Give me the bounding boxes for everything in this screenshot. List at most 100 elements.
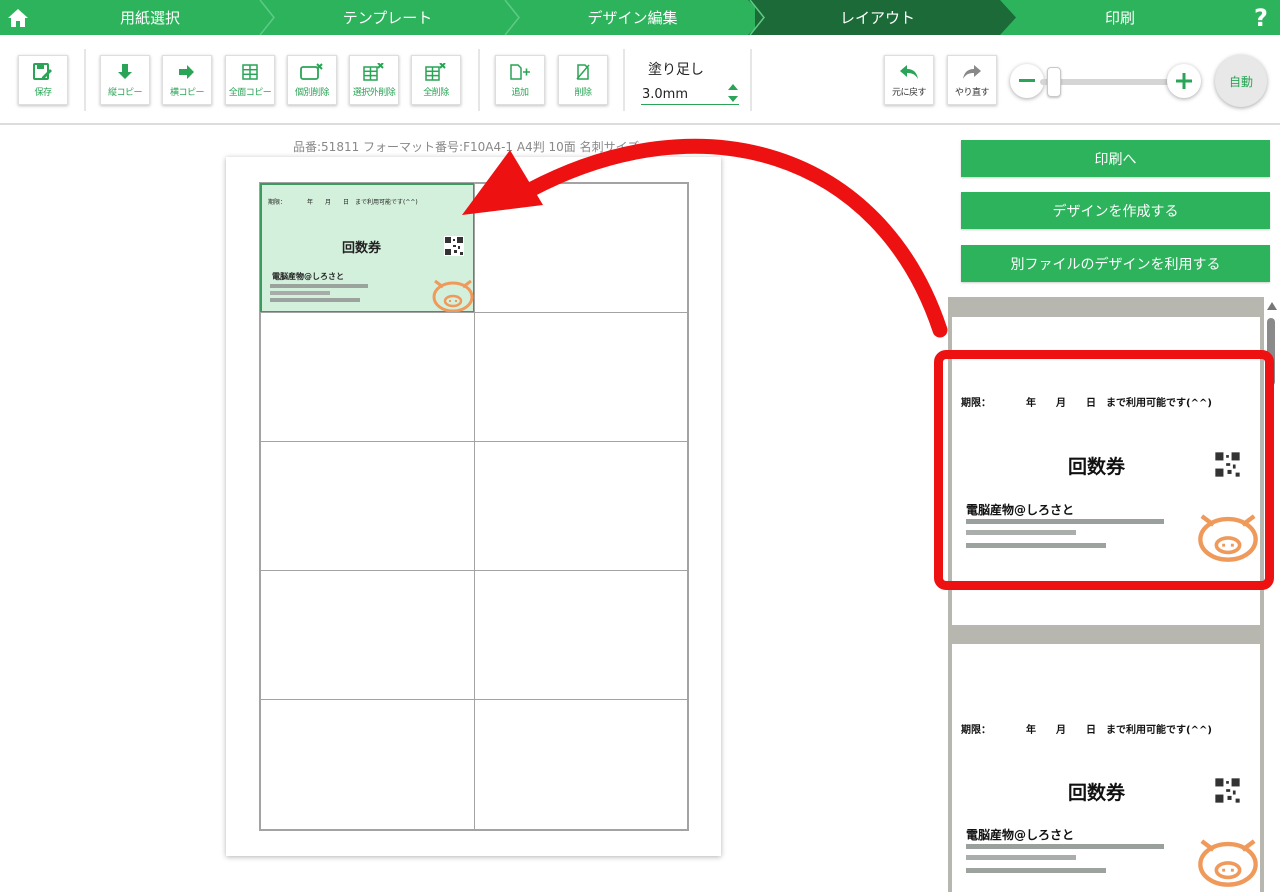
blurred-address-block [270, 284, 368, 302]
blurred-address-block [966, 844, 1164, 873]
zoom-slider-thumb[interactable] [1047, 67, 1061, 97]
delete-all-label: 全削除 [423, 88, 449, 98]
step-label: 印刷 [1104, 9, 1135, 27]
create-design-button[interactable]: デザインを作成する [961, 192, 1270, 229]
horizontal-copy-button[interactable]: 横コピー [162, 55, 212, 105]
step-design-edit[interactable]: デザイン編集 [510, 0, 755, 35]
layout-cell[interactable] [260, 312, 475, 442]
step-layout[interactable]: レイアウト [755, 0, 1000, 35]
step-label: デザイン編集 [587, 9, 678, 27]
use-other-file-label: 別ファイルのデザインを利用する [1010, 256, 1221, 273]
delete-button[interactable]: 削除 [558, 55, 608, 105]
help-button[interactable]: ? [1242, 0, 1280, 35]
individual-delete-button[interactable]: 個別削除 [287, 55, 337, 105]
go-to-print-label: 印刷へ [1094, 151, 1137, 168]
toolbar-divider [623, 49, 625, 111]
qr-code-icon [444, 236, 464, 256]
step-list: 用紙選択 テンプレート デザイン編集 レイアウト 印刷 [0, 0, 1280, 35]
bleed-value: 3.0mm [642, 87, 689, 102]
layout-cell[interactable] [474, 312, 689, 442]
horizontal-copy-label: 横コピー [169, 88, 205, 98]
card-title: 回数券 [342, 241, 382, 256]
bleed-stepper[interactable]: 3.0mm [641, 84, 739, 105]
use-other-file-button[interactable]: 別ファイルのデザインを利用する [961, 245, 1270, 282]
stepper-arrows-icon[interactable] [727, 83, 739, 105]
step-template[interactable]: テンプレート [265, 0, 510, 35]
all-copy-button[interactable]: 全面コピー [225, 55, 275, 105]
go-to-print-button[interactable]: 印刷へ [961, 140, 1270, 177]
product-info: 品番:51811 フォーマット番号:F10A4-1 A4判 10面 名刺サイズ [293, 140, 640, 154]
layout-grid: 期限： 年 月 日 まで利用可能です(^^) 回数券 電脳産物@しろさと [259, 182, 689, 831]
scroll-up-arrow-icon[interactable] [1267, 302, 1277, 310]
home-icon [7, 8, 28, 27]
layout-cell-selected[interactable]: 期限： 年 月 日 まで利用可能です(^^) 回数券 電脳産物@しろさと [260, 183, 475, 313]
save-button[interactable]: 保存 [18, 55, 68, 105]
vertical-copy-button[interactable]: 縦コピー [100, 55, 150, 105]
delete-all-button[interactable]: 全削除 [411, 55, 461, 105]
toolbar-divider [84, 49, 86, 111]
zoom-auto-label: 自動 [1228, 74, 1253, 89]
home-button[interactable] [0, 0, 35, 35]
redo-icon [963, 65, 981, 79]
card-title: 回数券 [1068, 782, 1126, 804]
undo-button[interactable]: 元に戻す [884, 55, 934, 105]
save-label: 保存 [34, 88, 52, 98]
add-page-icon [510, 64, 530, 80]
pig-icon [432, 279, 474, 313]
layout-cell[interactable] [260, 441, 475, 571]
toolbar-divider [478, 49, 480, 111]
step-paper-select[interactable]: 用紙選択 [35, 0, 265, 35]
chevron-separator-icon [504, 0, 520, 35]
step-navigation-bar: 用紙選択 テンプレート デザイン編集 レイアウト 印刷 ? [0, 0, 1280, 35]
minus-icon [1019, 79, 1035, 82]
step-print[interactable]: 印刷 [1000, 0, 1240, 35]
chevron-separator-icon [259, 0, 275, 35]
redo-button[interactable]: やり直す [947, 55, 997, 105]
bleed-label: 塗り足し [648, 62, 704, 78]
redo-label: やり直す [954, 88, 990, 98]
all-copy-label: 全面コピー [228, 88, 272, 98]
chevron-separator-icon [1000, 0, 1016, 35]
arrow-right-icon [179, 65, 194, 79]
step-label: レイアウト [839, 9, 915, 27]
highlight-box [934, 350, 1274, 590]
grid-icon [242, 64, 258, 80]
plus-icon [1176, 73, 1192, 89]
step-label: 用紙選択 [119, 9, 180, 27]
card-company: 電脳産物@しろさと [272, 272, 344, 281]
layout-cell[interactable] [260, 699, 475, 831]
qr-code-icon [1215, 778, 1240, 803]
zoom-out-button[interactable] [1010, 64, 1044, 98]
toolbar-divider [750, 49, 752, 111]
layout-cell[interactable] [474, 570, 689, 700]
zoom-auto-button[interactable]: 自動 [1215, 55, 1267, 107]
zoom-in-button[interactable] [1167, 64, 1201, 98]
add-label: 追加 [511, 88, 529, 98]
save-icon [33, 63, 52, 80]
delete-unselected-button[interactable]: 選択外削除 [349, 55, 399, 105]
pig-icon [1198, 839, 1258, 887]
delete-page-icon [576, 64, 590, 80]
delete-card-icon [300, 63, 323, 80]
layout-cell[interactable] [474, 699, 689, 831]
toolbar: 保存 縦コピー 横コピー 全面コピー 個別削除 選択外削除 全削除 追加 削除 … [0, 35, 1280, 125]
layout-cell[interactable] [474, 441, 689, 571]
chevron-separator-icon [748, 0, 766, 35]
card-period-text: 期限： 年 月 日 まで利用可能です(^^) [268, 199, 418, 206]
vertical-copy-label: 縦コピー [107, 88, 143, 98]
card-period-text: 期限： 年 月 日 まで利用可能です(^^) [961, 725, 1212, 736]
step-label: テンプレート [342, 9, 433, 27]
delete-label: 削除 [574, 88, 592, 98]
arrow-down-icon [118, 64, 132, 79]
create-design-label: デザインを作成する [1052, 203, 1179, 220]
delete-unselected-label: 選択外削除 [352, 88, 396, 98]
layout-cell[interactable] [474, 183, 689, 313]
card-company: 電脳産物@しろさと [966, 828, 1075, 842]
grid-delete-all-icon [425, 63, 446, 81]
individual-delete-label: 個別削除 [294, 88, 330, 98]
help-icon: ? [1254, 3, 1268, 32]
add-button[interactable]: 追加 [495, 55, 545, 105]
layout-cell[interactable] [260, 570, 475, 700]
design-thumbnail[interactable]: 期限： 年 月 日 まで利用可能です(^^) 回数券 電脳産物@しろさと [952, 644, 1260, 892]
grid-delete-icon [363, 63, 384, 81]
